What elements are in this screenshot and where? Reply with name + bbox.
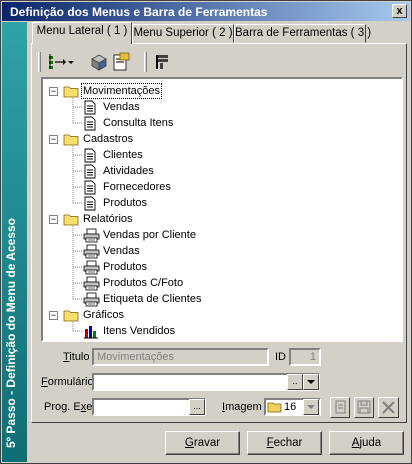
- folder-icon: [63, 309, 79, 327]
- tree-item-label: Vendas por Cliente: [103, 229, 196, 241]
- collapse-toggle-icon[interactable]: −: [49, 135, 58, 144]
- fechar-button[interactable]: Fechar: [247, 431, 322, 455]
- folder-icon: [63, 213, 79, 231]
- menu-tree[interactable]: − Movimentações Vendas Consulta Itens − Cadas…: [41, 77, 403, 342]
- edit-icon[interactable]: [110, 52, 132, 72]
- chevron-down-icon[interactable]: [303, 374, 319, 390]
- dialog-window: Definição dos Menus e Barra de Ferrament…: [0, 0, 412, 464]
- title-bar[interactable]: Definição dos Menus e Barra de Ferrament…: [2, 2, 410, 21]
- tree-item-label: Vendas: [103, 101, 140, 113]
- tree-group-label: Gráficos: [83, 309, 124, 321]
- toolbar-grip[interactable]: [38, 52, 41, 72]
- prog-exe-ellipsis-button[interactable]: ...: [189, 399, 205, 415]
- tree-toolbar: [36, 49, 401, 75]
- formulario-label: Formulário: [41, 376, 94, 388]
- tree-item-label: Atividades: [103, 165, 154, 177]
- folder-icon: [63, 85, 79, 103]
- prog-exe-label: Prog. Exe: [44, 401, 93, 413]
- formulario-field[interactable]: [92, 373, 320, 391]
- id-label: ID: [275, 351, 286, 363]
- tree-item-label: Produtos C/Foto: [103, 277, 184, 289]
- save-image-icon[interactable]: [354, 397, 374, 418]
- tab-menu-lateral[interactable]: Menu Lateral ( 1 ): [32, 22, 132, 44]
- folder-icon: [63, 133, 79, 151]
- collapse-toggle-icon[interactable]: −: [49, 215, 58, 224]
- delete-image-icon[interactable]: [378, 397, 399, 418]
- collapse-toggle-icon[interactable]: −: [49, 311, 58, 320]
- id-field[interactable]: 1: [289, 348, 321, 366]
- tree-item-label: Etiqueta de Clientes: [103, 293, 202, 305]
- tree-group-label: Cadastros: [83, 133, 134, 145]
- add-item-icon[interactable]: [46, 52, 68, 72]
- tab-menu-superior[interactable]: Menu Superior ( 2 ): [132, 24, 234, 43]
- tree-item-label: Produtos: [103, 261, 148, 273]
- tree-item-label: Consulta Itens: [103, 117, 174, 129]
- imagem-dropdown-icon[interactable]: [303, 399, 319, 415]
- dropdown-arrow-icon[interactable]: [66, 52, 76, 72]
- cube-icon[interactable]: [88, 52, 110, 72]
- window-title: Definição dos Menus e Barra de Ferrament…: [10, 5, 268, 19]
- sidebar-step-text: 5º Passo - Definição do Menu de Acesso: [4, 218, 18, 448]
- close-button[interactable]: x: [392, 4, 407, 18]
- properties-icon[interactable]: [152, 52, 174, 72]
- tree-item-label: Itens Vendidos: [103, 325, 176, 337]
- tree-item-label: Clientes: [103, 149, 143, 161]
- formulario-ellipsis-button[interactable]: ..: [287, 374, 303, 390]
- ajuda-button[interactable]: Ajuda: [329, 431, 404, 455]
- imagem-label: Imagem: [222, 401, 262, 413]
- tree-item-label: Vendas: [103, 245, 140, 257]
- tree-group-label: Relatórios: [83, 213, 133, 225]
- wizard-sidebar: 5º Passo - Definição do Menu de Acesso: [2, 22, 27, 462]
- gravar-button[interactable]: Gravar: [165, 431, 240, 455]
- tab-barra-ferramentas[interactable]: Barra de Ferramentas ( 3 ): [234, 24, 371, 43]
- tree-item-label: Produtos: [103, 197, 148, 209]
- bar-chart-icon: [83, 324, 99, 340]
- toolbar-separator: [144, 52, 147, 72]
- tree-item-label: Fornecedores: [103, 181, 171, 193]
- titulo-field[interactable]: Movimentações: [92, 348, 269, 366]
- titulo-label: Titulo: [63, 351, 90, 363]
- tree-group-label: Movimentações: [81, 83, 163, 99]
- new-image-icon[interactable]: [330, 397, 350, 418]
- collapse-toggle-icon[interactable]: −: [49, 87, 58, 96]
- folder-icon: [267, 401, 282, 416]
